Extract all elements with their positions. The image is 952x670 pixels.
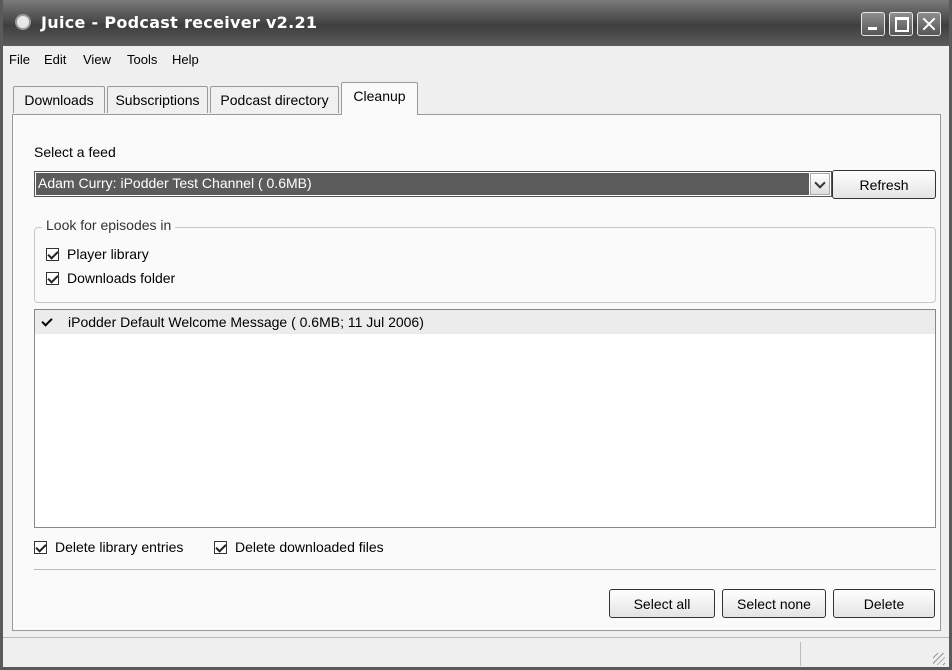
tab-strip: Downloads Subscriptions Podcast director… [3, 74, 949, 115]
menu-tools[interactable]: Tools [127, 52, 157, 67]
delete-button[interactable]: Delete [833, 589, 935, 618]
tab-cleanup[interactable]: Cleanup [341, 82, 418, 115]
juice-window: Juice - Podcast receiver v2.21 File Edit… [0, 0, 952, 670]
feed-select-value: Adam Curry: iPodder Test Channel ( 0.6MB… [36, 173, 809, 195]
maximize-icon[interactable] [889, 12, 913, 36]
delete-library-entries-label[interactable]: Delete library entries [55, 539, 183, 555]
status-bar [3, 637, 949, 667]
player-library-checkbox[interactable] [46, 248, 59, 261]
downloads-folder-label[interactable]: Downloads folder [67, 270, 175, 286]
menu-view[interactable]: View [83, 52, 111, 67]
menu-edit[interactable]: Edit [44, 52, 66, 67]
title-bar[interactable]: Juice - Podcast receiver v2.21 [3, 0, 949, 46]
chevron-down-icon[interactable] [810, 173, 830, 195]
juice-app-icon[interactable] [17, 16, 29, 28]
close-icon[interactable] [917, 12, 941, 36]
delete-downloaded-files-label[interactable]: Delete downloaded files [235, 539, 384, 555]
refresh-button[interactable]: Refresh [832, 170, 936, 199]
delete-downloaded-files-checkbox[interactable] [214, 541, 227, 554]
menu-help[interactable]: Help [172, 52, 199, 67]
list-item[interactable]: iPodder Default Welcome Message ( 0.6MB;… [35, 310, 935, 334]
minimize-icon[interactable] [861, 12, 885, 36]
downloads-folder-checkbox[interactable] [46, 272, 59, 285]
menu-file[interactable]: File [9, 52, 30, 67]
tab-subscriptions[interactable]: Subscriptions [107, 86, 208, 113]
episode-list[interactable]: iPodder Default Welcome Message ( 0.6MB;… [34, 309, 936, 528]
select-none-button[interactable]: Select none [722, 589, 826, 618]
cleanup-panel: Select a feed Adam Curry: iPodder Test C… [12, 114, 941, 631]
select-all-button[interactable]: Select all [609, 589, 715, 618]
episode-checkbox[interactable] [41, 316, 54, 329]
window-title: Juice - Podcast receiver v2.21 [41, 13, 318, 32]
menu-bar: File Edit View Tools Help [3, 46, 949, 74]
divider [34, 569, 936, 570]
feed-select[interactable]: Adam Curry: iPodder Test Channel ( 0.6MB… [34, 171, 832, 197]
delete-library-entries-checkbox[interactable] [34, 541, 47, 554]
episode-label[interactable]: iPodder Default Welcome Message ( 0.6MB;… [68, 314, 424, 330]
look-for-episodes-label: Look for episodes in [42, 217, 176, 233]
tab-podcast-directory[interactable]: Podcast directory [210, 86, 339, 113]
tab-downloads[interactable]: Downloads [13, 86, 105, 113]
look-for-episodes-group [34, 227, 936, 303]
resize-grip-icon[interactable] [933, 653, 945, 665]
select-feed-label: Select a feed [34, 144, 116, 160]
player-library-label[interactable]: Player library [67, 246, 149, 262]
status-pane-divider [800, 642, 801, 666]
